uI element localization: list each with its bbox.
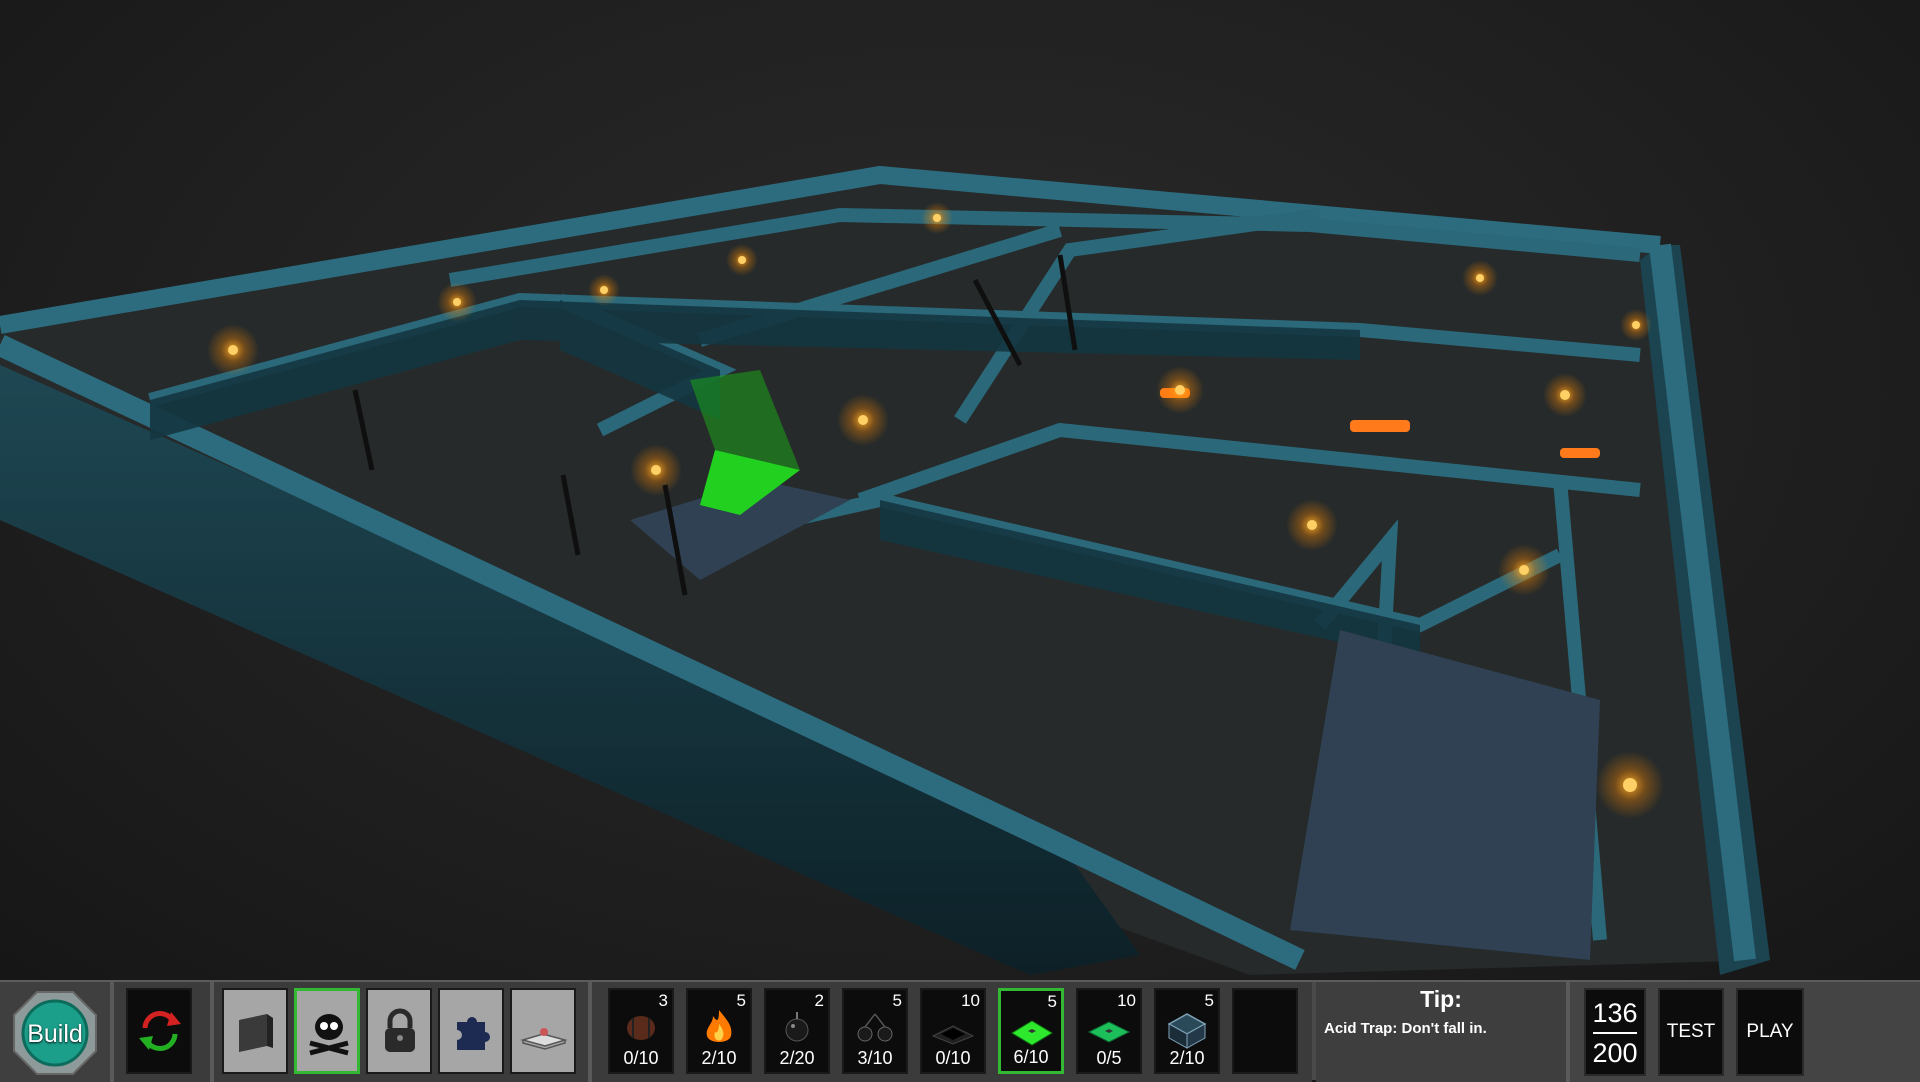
category-puzzles[interactable] <box>438 988 504 1074</box>
category-decor[interactable] <box>510 988 576 1074</box>
acid-trap-icon <box>1011 1020 1053 1046</box>
item-usage: 3/10 <box>857 1048 893 1068</box>
torch-icon <box>1620 309 1652 341</box>
rotate-arrows-icon <box>139 1010 181 1052</box>
item-usage: 6/10 <box>1013 1047 1049 1067</box>
item-slot-spike-balls[interactable]: 5 3/10 <box>842 988 908 1074</box>
item-count: 3 <box>658 991 668 1010</box>
build-toolbar: Build 3 0/10 5 2/10 2 2/20 5 3/10 10 0/1… <box>0 980 1920 1082</box>
item-slot-bomb[interactable]: 2 2/20 <box>764 988 830 1074</box>
item-usage: 2/10 <box>701 1048 737 1068</box>
open-book-icon <box>520 1028 568 1050</box>
fire-icon <box>706 1010 732 1042</box>
budget-counter: 136 200 <box>1584 988 1646 1076</box>
item-panel: 3 0/10 5 2/10 2 2/20 5 3/10 10 0/10 5 6/… <box>592 982 1312 1082</box>
item-slot-fire[interactable]: 5 2/10 <box>686 988 752 1074</box>
item-slot-barrel[interactable]: 3 0/10 <box>608 988 674 1074</box>
item-count: 5 <box>1047 992 1057 1011</box>
item-count: 2 <box>814 991 824 1010</box>
cage-trap-icon <box>1167 1013 1207 1049</box>
budget-max: 200 <box>1592 1038 1638 1068</box>
item-usage: 2/10 <box>1169 1048 1205 1068</box>
tip-text: Acid Trap: Don't fall in. <box>1324 1020 1487 1037</box>
item-slot-cage-trap[interactable]: 5 2/10 <box>1154 988 1220 1074</box>
item-usage: 0/10 <box>623 1048 659 1068</box>
item-usage: 0/5 <box>1096 1048 1122 1068</box>
category-locks[interactable] <box>366 988 432 1074</box>
rotate-button[interactable] <box>126 988 192 1074</box>
torch-icon <box>588 274 620 306</box>
item-count: 10 <box>961 991 980 1010</box>
tip-title: Tip: <box>1420 986 1462 1012</box>
torch-icon <box>1596 751 1664 819</box>
item-count: 10 <box>1117 991 1136 1010</box>
item-slot-green-tile[interactable]: 10 0/5 <box>1076 988 1142 1074</box>
budget-used: 136 <box>1592 998 1638 1028</box>
category-panel <box>214 982 588 1082</box>
padlock-icon <box>385 1008 415 1052</box>
rotate-panel <box>114 982 210 1082</box>
game-viewport[interactable] <box>0 0 1920 980</box>
torch-icon <box>630 444 682 496</box>
wall-block-icon <box>239 1014 273 1052</box>
spike-balls-icon <box>857 1013 893 1042</box>
item-slot-pit[interactable]: 10 0/10 <box>920 988 986 1074</box>
torch-icon <box>1286 499 1338 551</box>
tip-panel: Tip: Acid Trap: Don't fall in. <box>1316 982 1566 1082</box>
budget-divider <box>1593 1032 1637 1034</box>
item-slot-acid-trap[interactable]: 5 6/10 <box>998 988 1064 1074</box>
category-traps[interactable] <box>294 988 360 1074</box>
torch-icon <box>207 324 259 376</box>
item-slot-empty[interactable] <box>1232 988 1298 1074</box>
build-button[interactable]: Build <box>12 990 98 1076</box>
torch-icon <box>921 202 953 234</box>
item-usage: 2/20 <box>779 1048 815 1068</box>
play-button[interactable]: PLAY <box>1736 988 1804 1076</box>
bomb-icon <box>785 1012 809 1042</box>
test-button[interactable]: TEST <box>1658 988 1724 1076</box>
dungeon-scene[interactable] <box>0 0 1920 980</box>
dark-pit-icon <box>931 1025 975 1045</box>
torch-icon <box>1462 260 1498 296</box>
skull-crossbones-icon <box>309 1014 349 1056</box>
torch-icon <box>1543 373 1587 417</box>
action-panel: 136 200 TEST PLAY <box>1570 982 1920 1082</box>
item-usage: 0/10 <box>935 1048 971 1068</box>
barrel-icon <box>627 1016 655 1040</box>
item-count: 5 <box>736 991 746 1010</box>
build-label: Build <box>27 1020 83 1048</box>
torch-icon <box>1156 366 1204 414</box>
item-count: 5 <box>1204 991 1214 1010</box>
torch-icon <box>437 282 477 322</box>
torch-icon <box>837 394 889 446</box>
category-walls[interactable] <box>222 988 288 1074</box>
item-count: 5 <box>892 991 902 1010</box>
puzzle-piece-icon <box>457 1017 490 1050</box>
torch-icon <box>726 244 758 276</box>
build-panel: Build <box>0 982 110 1082</box>
torch-icon <box>1498 544 1550 596</box>
green-tile-icon <box>1087 1021 1131 1043</box>
